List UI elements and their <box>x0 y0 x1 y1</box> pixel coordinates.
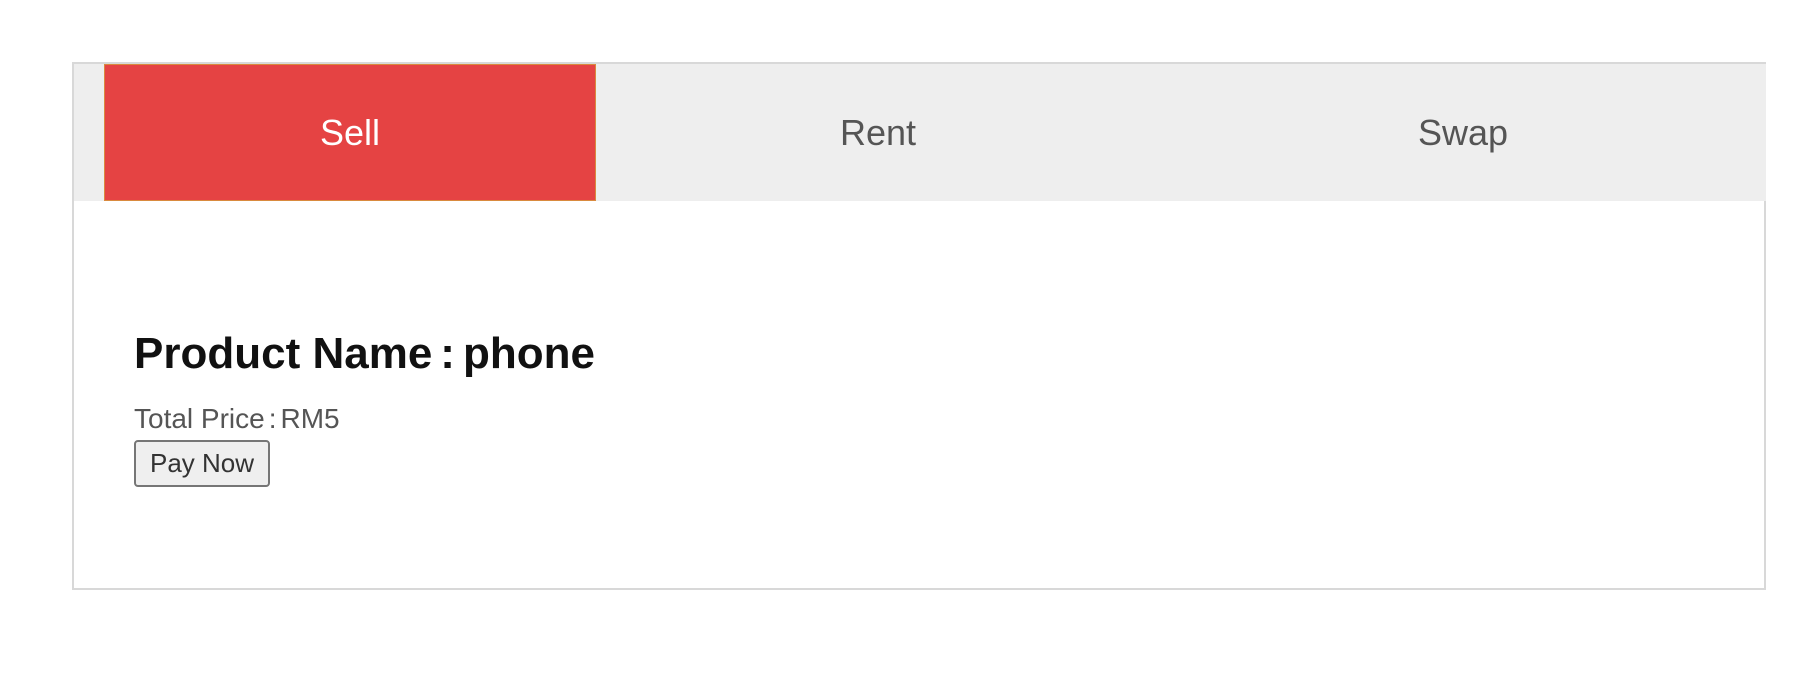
product-name-heading: Product Name: phone <box>134 328 595 380</box>
tab-sell[interactable]: Sell <box>104 64 596 201</box>
total-price-value: RM5 <box>280 403 340 434</box>
total-price-label: Total Price <box>134 403 265 434</box>
tab-rent[interactable]: Rent <box>596 64 1160 201</box>
product-name-label: Product Name <box>134 329 433 378</box>
tab-sell-label: Sell <box>319 111 381 153</box>
tab-swap[interactable]: Swap <box>1160 64 1766 201</box>
total-price-separator: : <box>268 403 277 434</box>
product-name-value: phone <box>462 329 595 378</box>
total-price: Total Price: RM5 <box>134 402 595 436</box>
product-details: Product Name: phone Total Price: RM5 Pay N… <box>134 328 595 487</box>
product-name-separator: : <box>440 329 455 378</box>
tab-swap-label: Swap <box>1417 111 1509 153</box>
transaction-panel: Sell Rent Swap Product Name: phone Total … <box>72 62 1766 590</box>
pay-now-button[interactable]: Pay Now <box>134 440 271 487</box>
tab-rent-label: Rent <box>839 111 917 153</box>
transaction-type-tabs: Sell Rent Swap <box>74 64 1766 201</box>
